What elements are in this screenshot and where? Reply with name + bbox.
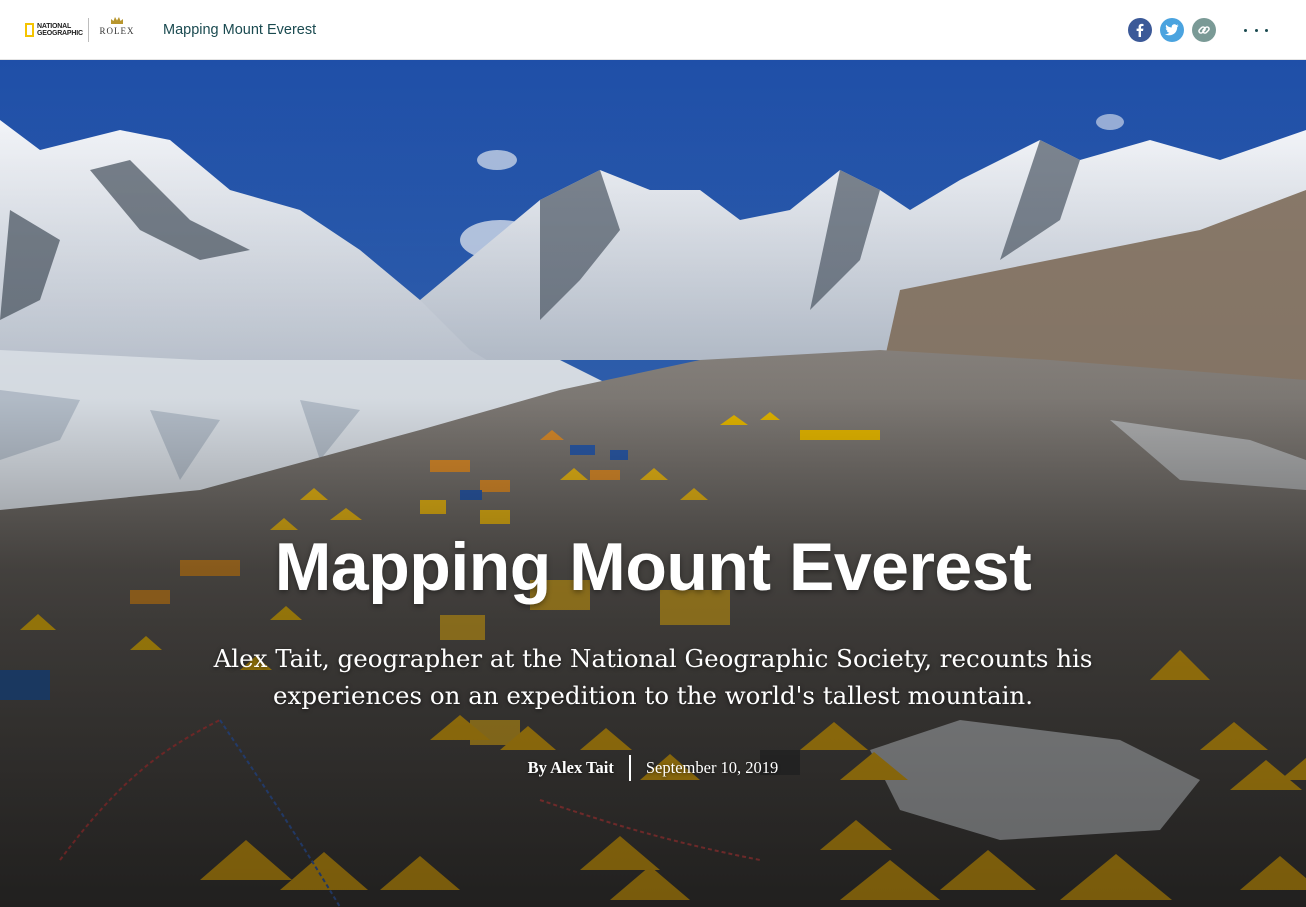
natgeo-logo-wordmark: NATIONAL GEOGRAPHIC: [37, 23, 83, 37]
byline: By Alex Tait September 10, 2019: [0, 755, 1306, 781]
facebook-share-button[interactable]: [1128, 18, 1152, 42]
story-subtitle: Alex Tait, geographer at the National Ge…: [213, 644, 1093, 710]
site-title-link[interactable]: Mapping Mount Everest: [163, 22, 316, 38]
rolex-crown-icon: [111, 17, 123, 24]
more-options-icon: [1244, 28, 1247, 32]
rolex-wordmark: ROLEX: [99, 26, 135, 36]
logo-divider: [88, 18, 89, 42]
rolex-logo[interactable]: ROLEX: [98, 16, 136, 42]
publish-date: September 10, 2019: [645, 758, 779, 777]
natgeo-yellow-border-icon: [25, 23, 34, 37]
top-navigation-bar: NATIONAL GEOGRAPHIC ROLEX Mapping Mount …: [0, 0, 1306, 60]
twitter-icon: [1165, 24, 1179, 36]
copy-link-button[interactable]: [1192, 18, 1216, 42]
author-name: By Alex Tait: [527, 758, 614, 777]
link-icon: [1198, 26, 1210, 34]
national-geographic-logo[interactable]: NATIONAL GEOGRAPHIC: [25, 20, 83, 40]
hero-section: Mapping Mount Everest Alex Tait, geograp…: [0, 60, 1306, 907]
facebook-icon: [1136, 23, 1144, 37]
more-options-button[interactable]: [1244, 20, 1268, 40]
twitter-share-button[interactable]: [1160, 18, 1184, 42]
story-title: Mapping Mount Everest: [274, 529, 1032, 605]
byline-divider: [628, 755, 631, 781]
